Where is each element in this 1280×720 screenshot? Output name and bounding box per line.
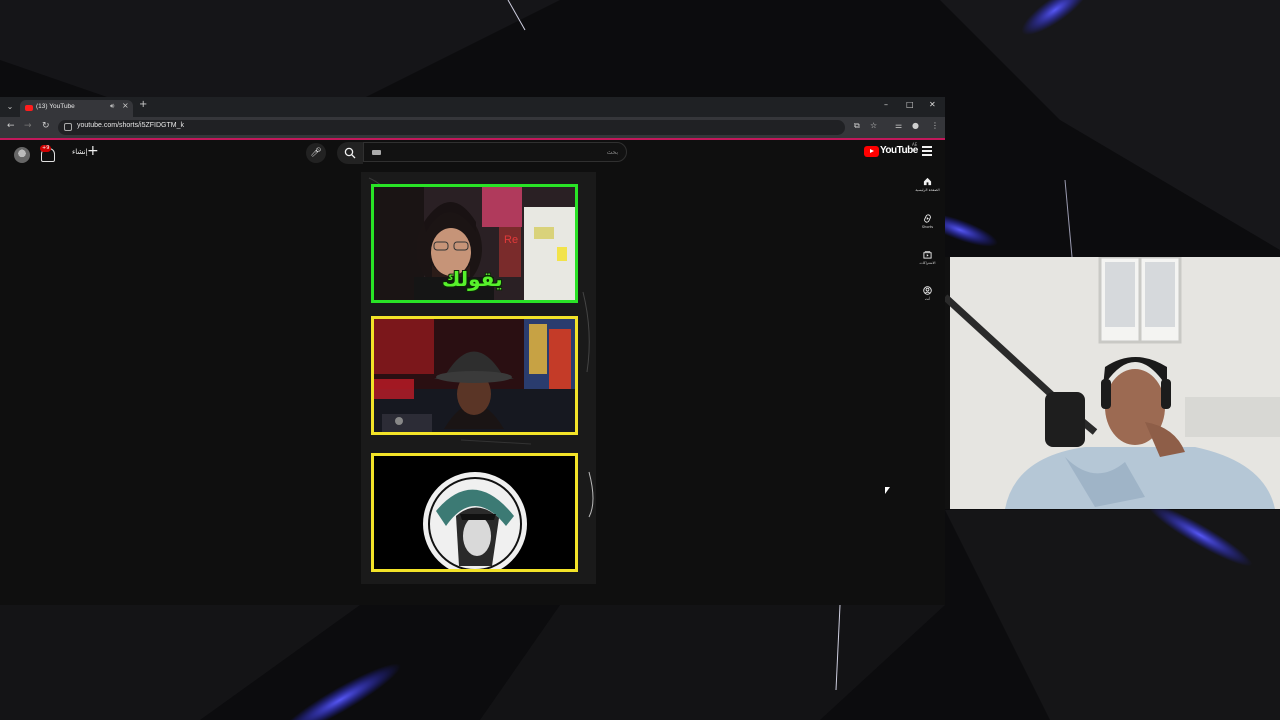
notification-count-badge: +9 — [40, 145, 52, 152]
shorts-icon — [924, 214, 931, 223]
address-bar[interactable]: youtube.com/shorts/i5ZFIDGTM_k — [58, 120, 845, 135]
close-tab-icon[interactable]: × — [122, 101, 129, 110]
shorts-video-player[interactable]: Re يقولك — [361, 172, 596, 584]
forward-button[interactable]: → — [24, 121, 32, 131]
circular-portrait-logo — [374, 456, 575, 569]
youtube-favicon-icon — [25, 105, 33, 111]
clip-panel-middle — [371, 316, 578, 435]
tab-youtube[interactable]: (13) YouTube 🔊︎ × — [20, 100, 133, 117]
svg-text:Re: Re — [504, 234, 518, 246]
reload-button[interactable]: ↻ — [42, 121, 50, 131]
tab-search-button[interactable]: ⌄ — [4, 101, 16, 113]
guide-label-you: أنت — [924, 297, 931, 301]
guide-item-subscriptions[interactable]: الاشتراكات — [910, 250, 945, 265]
keyboard-icon[interactable] — [372, 150, 381, 155]
streamer-webcam-feed — [945, 257, 1280, 509]
search-icon — [344, 147, 356, 159]
site-info-icon[interactable] — [64, 123, 72, 131]
audio-playing-icon[interactable]: 🔊︎ — [110, 102, 114, 111]
short-caption: يقولك — [442, 267, 503, 291]
extensions-icon[interactable]: ⚌ — [895, 121, 902, 130]
search-input[interactable]: بحث — [363, 142, 627, 162]
tab-title: (13) YouTube — [36, 103, 75, 110]
voice-search-mic-icon[interactable]: 🎤︎ — [306, 143, 326, 163]
region-code: AE — [912, 142, 918, 147]
new-tab-button[interactable]: + — [139, 99, 147, 110]
url-text: youtube.com/shorts/i5ZFIDGTM_k — [77, 122, 184, 129]
search-button[interactable] — [337, 142, 363, 164]
guide-item-you[interactable]: أنت — [910, 286, 945, 301]
create-plus-icon[interactable]: + — [87, 143, 99, 159]
avatar[interactable] — [14, 147, 30, 163]
maximize-button[interactable]: □ — [906, 100, 914, 109]
bucket-hat-video-frame — [374, 319, 575, 432]
youtube-header: +9 إنشاء + 🎤︎ بحث YouTube AE — [0, 140, 945, 168]
clip-panel-bottom — [371, 453, 578, 572]
mouse-cursor-icon — [885, 487, 890, 494]
clip-panel-top: Re يقولك — [371, 184, 578, 303]
browser-toolbar: ← → ↻ youtube.com/shorts/i5ZFIDGTM_k ⧉ ☆… — [0, 117, 945, 138]
browser-menu-icon[interactable]: ⋮ — [931, 121, 939, 130]
close-window-button[interactable]: ✕ — [929, 100, 936, 109]
guide-label-subscriptions: الاشتراكات — [919, 261, 936, 265]
search-placeholder: بحث — [606, 149, 618, 156]
create-label[interactable]: إنشاء — [72, 148, 88, 156]
profile-icon[interactable]: ● — [912, 121, 919, 130]
minimize-button[interactable]: – — [884, 100, 888, 109]
home-icon — [923, 177, 932, 186]
install-app-icon[interactable]: ⧉ — [854, 121, 860, 131]
you-icon — [923, 286, 932, 295]
guide-item-home[interactable]: الصفحة الرئيسية — [910, 177, 945, 192]
guide-item-shorts[interactable]: Shorts — [910, 214, 945, 229]
back-button[interactable]: ← — [7, 121, 15, 131]
bookmark-star-icon[interactable]: ☆ — [870, 121, 877, 130]
guide-label-shorts: Shorts — [921, 225, 934, 229]
browser-window: ⌄ (13) YouTube 🔊︎ × + – □ ✕ ← → ↻ youtub… — [0, 97, 945, 605]
guide-label-home: الصفحة الرئيسية — [915, 188, 940, 192]
tab-bar: ⌄ (13) YouTube 🔊︎ × + – □ ✕ — [0, 97, 945, 117]
youtube-play-icon — [864, 146, 879, 157]
subscriptions-icon — [923, 250, 932, 259]
guide-menu-icon[interactable] — [922, 146, 932, 156]
webcam-overlay — [945, 257, 1280, 509]
